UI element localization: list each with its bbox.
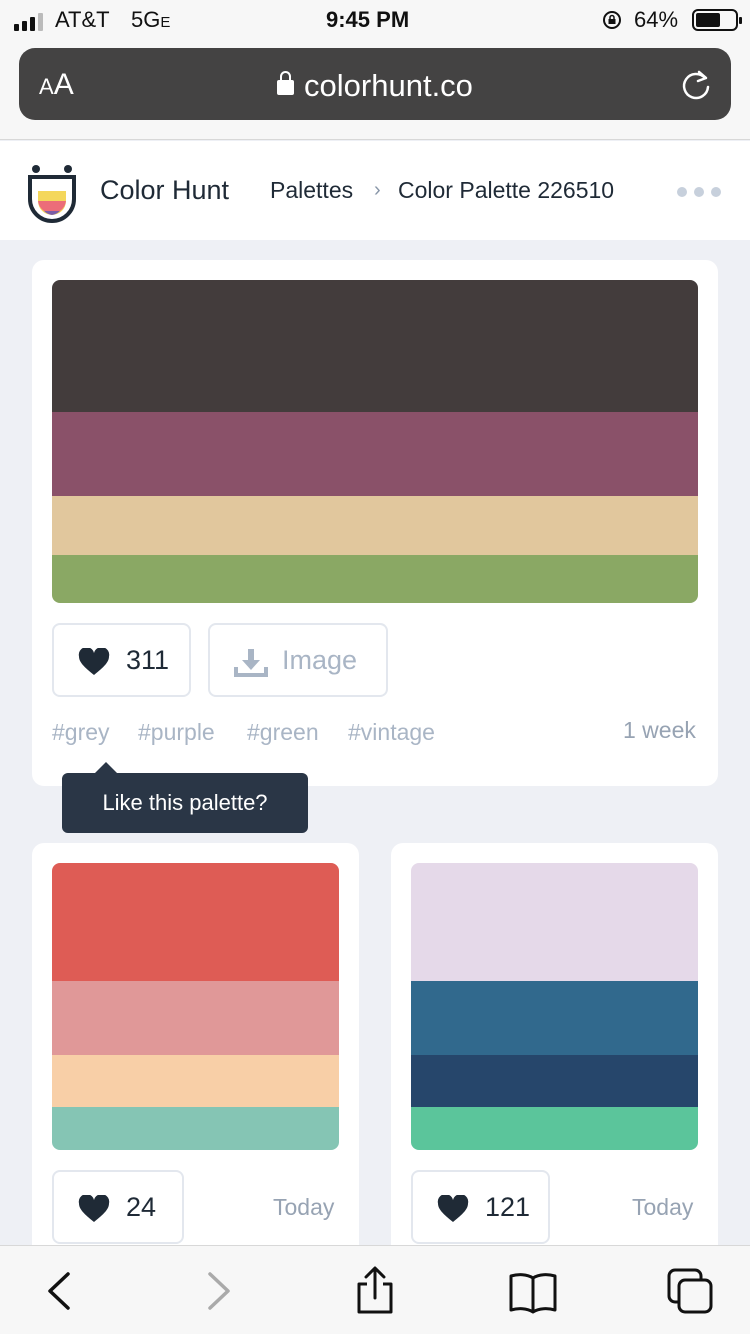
tooltip-text: Like this palette? <box>102 790 268 815</box>
breadcrumb-palettes[interactable]: Palettes <box>270 177 353 204</box>
tabs-icon[interactable] <box>665 1266 715 1316</box>
breadcrumb-separator: › <box>374 179 381 201</box>
palette-age: Today <box>632 1194 694 1220</box>
color-swatch[interactable] <box>52 412 698 496</box>
palette-age: Today <box>273 1194 335 1220</box>
lock-icon <box>277 71 295 95</box>
breadcrumb-current: Color Palette 226510 <box>398 177 615 203</box>
url-display[interactable]: colorhunt.co <box>19 68 731 104</box>
carrier: AT&T <box>55 7 110 32</box>
network: 5GE <box>131 7 171 32</box>
like-button[interactable]: 121 <box>411 1170 550 1244</box>
heart-icon <box>78 1195 110 1222</box>
color-swatch[interactable] <box>52 863 339 981</box>
like-tooltip: Like this palette? <box>62 762 308 833</box>
like-count: 121 <box>485 1192 531 1222</box>
color-swatch[interactable] <box>52 1055 339 1107</box>
color-swatch[interactable] <box>411 981 698 1055</box>
browser-chrome: AA colorhunt.co <box>0 40 750 140</box>
address-bar[interactable]: AA colorhunt.co <box>19 48 731 120</box>
image-button-label: Image <box>282 645 358 675</box>
tag-vintage[interactable]: #vintage <box>348 719 435 746</box>
back-icon[interactable] <box>34 1266 84 1316</box>
color-swatch[interactable] <box>411 1107 698 1150</box>
color-swatch[interactable] <box>52 1107 339 1150</box>
featured-palette[interactable] <box>52 280 698 603</box>
rotation-lock-icon <box>603 11 621 29</box>
bookmarks-icon[interactable] <box>508 1266 558 1316</box>
palette[interactable] <box>52 863 339 1150</box>
heart-icon <box>437 1195 469 1222</box>
tag-grey[interactable]: #grey <box>52 719 110 746</box>
status-bar: AT&T 5GE 9:45 PM 64% <box>0 0 750 40</box>
share-icon[interactable] <box>350 1266 400 1316</box>
browser-toolbar <box>0 1245 750 1334</box>
battery-percent: 64% <box>634 7 679 32</box>
reload-icon[interactable] <box>679 68 713 102</box>
heart-icon <box>78 648 110 675</box>
color-swatch[interactable] <box>52 981 339 1055</box>
brand-name[interactable]: Color Hunt <box>100 175 229 206</box>
color-swatch[interactable] <box>52 280 698 412</box>
color-swatch[interactable] <box>52 555 698 603</box>
download-icon <box>234 649 268 677</box>
palette-age: 1 week <box>623 717 696 743</box>
site-header: Color Hunt Palettes › Color Palette 2265… <box>0 141 750 240</box>
color-swatch[interactable] <box>411 863 698 981</box>
download-image-button[interactable]: Image <box>208 623 388 697</box>
forward-icon[interactable] <box>194 1266 244 1316</box>
signal-icon <box>14 13 43 31</box>
like-count: 24 <box>126 1192 157 1222</box>
palette[interactable] <box>411 863 698 1150</box>
more-dots-icon[interactable] <box>677 187 721 197</box>
like-button[interactable]: 311 <box>52 623 191 697</box>
clock: 9:45 PM <box>326 7 410 32</box>
tag-green[interactable]: #green <box>247 719 319 746</box>
battery-icon <box>692 9 742 31</box>
color-swatch[interactable] <box>411 1055 698 1107</box>
color-hunt-logo[interactable] <box>24 163 80 223</box>
like-count: 311 <box>126 645 170 675</box>
color-swatch[interactable] <box>52 496 698 555</box>
tag-purple[interactable]: #purple <box>138 719 215 746</box>
like-button[interactable]: 24 <box>52 1170 184 1244</box>
